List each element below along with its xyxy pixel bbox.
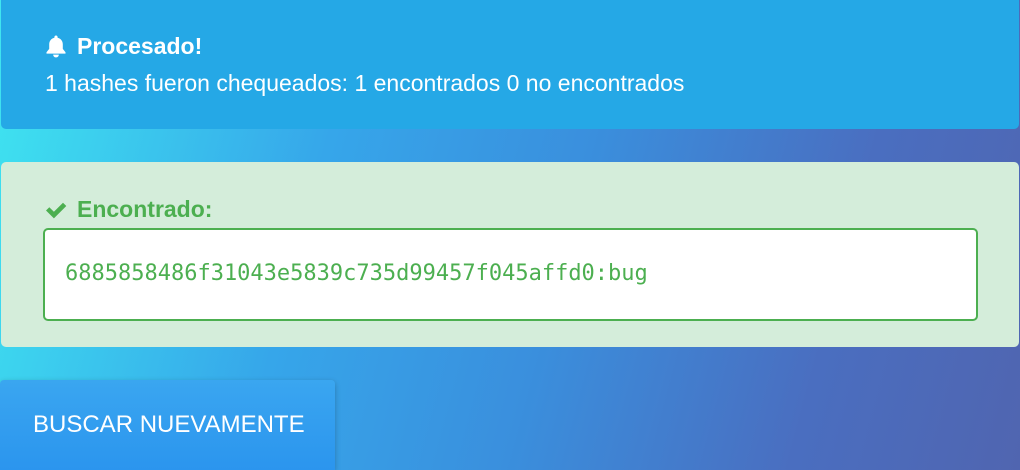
processed-alert-title: Procesado! (77, 32, 203, 59)
hash-result-box[interactable]: 6885858486f31043e5839c735d99457f045affd0… (43, 228, 978, 321)
hash-result-text[interactable]: 6885858486f31043e5839c735d99457f045affd0… (65, 261, 648, 286)
processed-alert-header: Procesado! (45, 30, 1019, 62)
processed-alert: Procesado! 1 hashes fueron chequeados: 1… (1, 0, 1019, 129)
bell-icon (45, 34, 67, 58)
found-alert: Encontrado: 6885858486f31043e5839c735d99… (1, 162, 1019, 347)
found-alert-title: Encontrado: (77, 196, 213, 222)
found-alert-header: Encontrado: (44, 196, 212, 223)
check-icon (44, 199, 68, 221)
processed-alert-message: 1 hashes fueron chequeados: 1 encontrado… (45, 70, 685, 96)
search-again-button[interactable]: BUSCAR NUEVAMENTE (0, 380, 335, 470)
